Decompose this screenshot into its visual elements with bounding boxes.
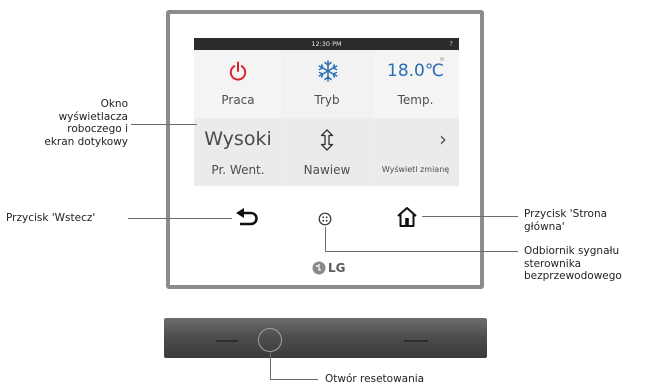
leader-receiver-h bbox=[325, 251, 518, 252]
ir-receiver-icon bbox=[318, 212, 332, 226]
lg-face-icon bbox=[312, 261, 326, 275]
tile-view-changes[interactable]: › Wyświetl zmianę bbox=[372, 119, 459, 186]
tile-temperature-label: Temp. bbox=[397, 93, 434, 107]
snowflake-icon bbox=[318, 60, 338, 82]
status-time: 12:30 PM bbox=[311, 40, 342, 48]
chevron-right-icon: › bbox=[439, 127, 447, 151]
tile-temperature[interactable]: 18.0℃ Temp. bbox=[372, 51, 459, 118]
vertical-swing-icon bbox=[320, 129, 334, 151]
leader-back-h bbox=[128, 218, 232, 219]
tile-airflow[interactable]: Nawiew bbox=[283, 119, 371, 186]
tile-row-1: Praca Tryb 18.0℃ Temp. bbox=[194, 51, 459, 118]
controller-bottom-view bbox=[164, 318, 487, 358]
brand-text: LG bbox=[328, 261, 346, 275]
callout-display: Okno wyświetlacza roboczego i ekran doty… bbox=[44, 98, 128, 148]
help-indicator: ? bbox=[449, 40, 453, 48]
power-icon bbox=[229, 61, 247, 81]
bar-slot-right bbox=[404, 340, 428, 342]
tile-fan-speed[interactable]: Wysoki Pr. Went. bbox=[194, 119, 282, 186]
leader-reset-v bbox=[270, 352, 271, 379]
tile-mode-label: Tryb bbox=[314, 93, 340, 107]
tile-view-changes-label: Wyświetl zmianę bbox=[381, 165, 450, 174]
tile-mode[interactable]: Tryb bbox=[283, 51, 371, 118]
home-icon[interactable] bbox=[396, 206, 418, 228]
status-led bbox=[440, 57, 444, 61]
status-bar: 12:30 PM ? bbox=[194, 38, 459, 50]
callout-receiver: Odbiornik sygnału sterownika bezprzewodo… bbox=[524, 245, 622, 282]
back-arrow-icon[interactable] bbox=[236, 208, 260, 228]
tile-operation[interactable]: Praca bbox=[194, 51, 282, 118]
callout-home: Przycisk 'Strona główna' bbox=[524, 208, 608, 233]
bar-slot-left bbox=[216, 340, 238, 342]
callout-back: Przycisk 'Wstecz' bbox=[6, 212, 96, 224]
leader-receiver-v bbox=[325, 227, 326, 251]
tile-row-2: Wysoki Pr. Went. Nawiew › Wyświetl zmian… bbox=[194, 119, 459, 186]
reset-hole-marker bbox=[258, 328, 282, 352]
tile-airflow-label: Nawiew bbox=[303, 163, 351, 177]
touch-display[interactable]: 12:30 PM ? Praca Tryb 18.0℃ Temp. Wysoki… bbox=[194, 38, 459, 186]
temperature-value: 18.0℃ bbox=[387, 61, 444, 81]
leader-home-h bbox=[422, 216, 518, 217]
callout-reset: Otwór resetowania bbox=[325, 373, 425, 385]
tile-fan-speed-label: Pr. Went. bbox=[211, 163, 265, 177]
leader-reset-h bbox=[270, 379, 318, 380]
fan-speed-value: Wysoki bbox=[204, 128, 272, 150]
tile-operation-label: Praca bbox=[221, 93, 255, 107]
leader-display-h bbox=[131, 124, 197, 125]
